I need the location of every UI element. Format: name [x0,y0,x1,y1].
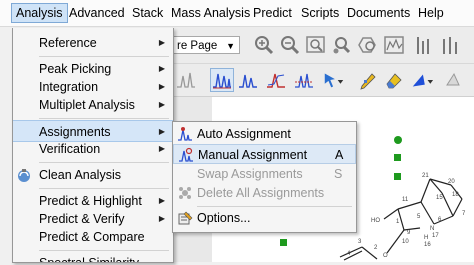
submenu-arrow-icon: ▶ [158,38,165,47]
atom-number: 6 [438,217,442,223]
zoom-mode-value: re Page [177,40,218,52]
atom-number: 17 [432,233,439,239]
atom-number: 18 [452,192,459,198]
menu-documents[interactable]: Documents [343,4,414,22]
menu-help[interactable]: Help [414,4,448,22]
menu-bar: Analysis Advanced Stack Mass Analysis Pr… [0,0,474,27]
manual-assignment-icon [178,147,194,163]
menu-item-spectral-similarity[interactable]: Spectral Similarity [13,252,173,262]
atom-number: 11 [402,197,409,203]
atom-number: 16 [424,242,431,248]
spectrum-view-icon[interactable] [412,33,436,57]
zoom-in-icon[interactable] [252,33,276,57]
submenu-arrow-icon: ▶ [158,100,165,109]
atom-number: 10 [402,239,409,245]
analysis-menu: Reference ▶ Peak Picking ▶ Integration ▶… [12,28,174,263]
atom-number: 20 [448,179,455,185]
more-tools-icon[interactable] [442,68,466,92]
options-icon [177,210,193,226]
chevron-down-icon: ▼ [226,41,235,51]
zoom-out-icon[interactable] [278,33,302,57]
atom-label: N [430,226,434,232]
atom-number: 7 [462,211,466,217]
shortcut-key: A [335,148,344,162]
pencil-icon[interactable] [356,68,380,92]
menu-item-multiplet-analysis[interactable]: Multiplet Analysis ▶ [13,94,173,116]
menu-analysis[interactable]: Analysis [11,3,68,23]
clean-analysis-icon [16,167,32,190]
region-tool-icon[interactable] [292,68,316,92]
menu-separator [39,56,169,57]
atom-number: 21 [422,173,429,179]
selection-tool-icon[interactable] [322,68,346,92]
menu-separator [39,162,169,163]
menu-item-swap-assignments: Swap Assignments S [173,164,356,184]
annotation-tool-icon[interactable] [410,68,434,92]
assignment-marker [394,154,401,161]
menu-separator [39,188,169,189]
menu-stack[interactable]: Stack [128,4,167,22]
assignment-marker [280,239,287,246]
atom-number: 9 [407,230,411,236]
atom-label: HO [371,218,380,224]
spectrum-peaks-icon[interactable] [438,33,462,57]
assignment-marker [394,136,402,144]
menu-item-verification[interactable]: Verification ▶ [13,138,173,160]
atom-number: 1 [396,219,400,225]
peak-picking-tool-icon[interactable] [210,68,234,92]
spectrum-line-icon[interactable] [174,68,198,92]
menu-scripts[interactable]: Scripts [297,4,343,22]
menu-advanced[interactable]: Advanced [65,4,129,22]
atom-number: 5 [417,214,421,220]
shortcut-key: S [334,167,343,181]
atom-number: 2 [374,245,378,251]
assignment-marker [394,173,401,180]
delete-assignments-icon [177,185,193,201]
main-toolbar: re Page ▼ [172,27,474,64]
menu-separator [197,206,352,207]
analysis-toolbar [172,64,474,97]
pan-icon[interactable] [330,33,354,57]
menu-item-options[interactable]: Options... [173,208,356,228]
submenu-arrow-icon: ▶ [158,144,165,153]
atom-number: 15 [436,195,443,201]
menu-item-auto-assignment[interactable]: Auto Assignment [173,124,356,144]
menu-separator [39,250,169,251]
menu-mass-analysis[interactable]: Mass Analysis [167,4,254,22]
atom-number: 3 [358,239,362,245]
menu-separator [39,118,169,119]
assignments-submenu: Auto Assignment Manual Assignment A Swap… [172,121,357,233]
eraser-icon[interactable] [382,68,406,92]
menu-item-predict-compare[interactable]: Predict & Compare [13,226,173,248]
zoom-mode-select[interactable]: re Page ▼ [172,36,240,54]
multiplet-tool-icon[interactable] [236,68,260,92]
menu-item-clean-analysis[interactable]: Clean Analysis [13,164,173,186]
integration-tool-icon[interactable] [264,68,288,92]
fit-page-icon[interactable] [382,33,406,57]
molecule-zoom-icon[interactable] [356,33,380,57]
menu-item-delete-all-assignments: Delete All Assignments [173,183,356,203]
atom-label: H [424,235,428,241]
menu-item-manual-assignment[interactable]: Manual Assignment A [173,144,356,164]
auto-assignment-icon [177,126,193,142]
menu-item-reference[interactable]: Reference ▶ [13,32,173,54]
menu-predict[interactable]: Predict [249,4,296,22]
atom-label: O [383,253,388,259]
zoom-fit-icon[interactable] [304,33,328,57]
